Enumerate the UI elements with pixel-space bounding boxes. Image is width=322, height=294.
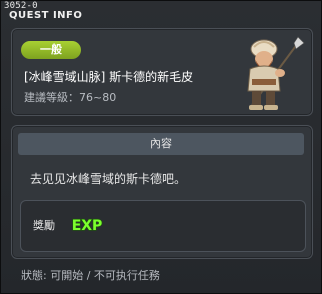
quest-description: 去见见冰峰雪域的斯卡德吧。 bbox=[30, 172, 187, 186]
quest-summary-panel: 一般 [冰峰雪域山脉] 斯卡德的新毛皮 建議等級：76~80 bbox=[11, 28, 313, 116]
content-header: 內容 bbox=[18, 133, 304, 155]
quest-title: [冰峰雪域山脉] 斯卡德的新毛皮 bbox=[24, 70, 194, 84]
reward-box: 獎勵 EXP bbox=[20, 200, 306, 252]
quest-detail-panel: 內容 去见见冰峰雪域的斯卡德吧。 獎勵 EXP bbox=[11, 125, 313, 259]
exp-icon-label: EXP bbox=[72, 218, 103, 234]
reward-label: 獎勵 bbox=[33, 219, 55, 232]
quest-info-window: 3052-0 QUEST INFO 一般 [冰峰雪域山脉] 斯卡德的新毛皮 建議… bbox=[0, 0, 322, 294]
window-title: QUEST INFO bbox=[9, 10, 83, 21]
npc-hunter-icon bbox=[247, 36, 305, 110]
exp-icon: EXP bbox=[71, 217, 103, 234]
category-badge: 一般 bbox=[21, 41, 81, 59]
quest-status: 狀態: 可開始 / 不可执行任務 bbox=[21, 269, 160, 282]
recommended-level: 建議等級：76~80 bbox=[24, 91, 117, 104]
